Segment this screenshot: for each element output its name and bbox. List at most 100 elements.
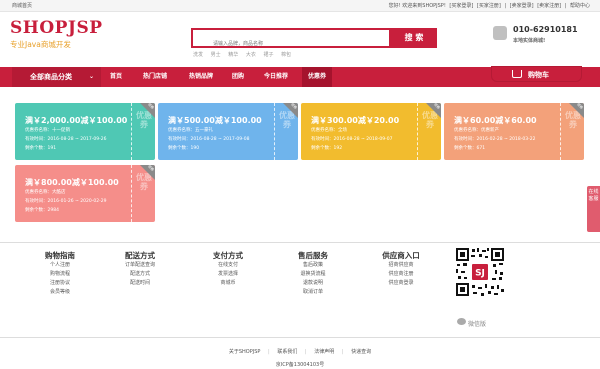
coupon-name: 优惠券名称：五一豪礼 [168,128,213,133]
coupon-card[interactable]: 满￥800.00减￥100.00 优惠券名称：大酷店 有效时间：2016-01-… [15,165,155,222]
nav-item-hot-shops[interactable]: 热门店铺 [135,67,175,87]
footer-link-separator: | [268,349,270,355]
coupon-validity: 有效时间：2016-08-28 ~ 2018-09-07 [311,137,393,142]
search-input[interactable] [193,36,389,52]
phone-icon [493,26,507,40]
hot-keyword[interactable]: 精华 [228,52,238,58]
nav-item-group-buy[interactable]: 团购 [227,67,249,87]
footer-bottom-divider [0,337,600,338]
footer-link-separator: | [341,349,344,355]
footer-link[interactable]: 招商供应商 [366,261,436,270]
footer-column-title: 供应商入口 [382,251,420,260]
nav-item-hot-brands[interactable]: 热销品牌 [181,67,221,87]
coupon-card[interactable]: 满￥60.00减￥60.00 优惠券名称：优惠新产 有效时间：2016-02-2… [444,103,584,160]
footer-link[interactable]: 供应商登录 [366,279,436,288]
express-query-link[interactable]: 快递查询 [351,349,371,355]
nav-item-today-picks[interactable]: 今日推荐 [256,67,296,87]
footer-link[interactable]: 在线支付 [198,261,258,270]
hot-keyword[interactable]: 男士 [211,52,221,58]
footer-link[interactable]: 售后政策 [283,261,343,270]
nav-item-coupons[interactable]: 优惠券 [302,67,332,87]
nav-item-home[interactable]: 首页 [103,67,129,87]
online-service-tab[interactable]: 在线客服 [587,186,600,232]
footer-link[interactable]: 购物流程 [30,270,90,279]
wechat-icon [457,318,466,325]
cart-button[interactable]: 购物车 [491,66,582,82]
coupon-remaining: 剩余个数：192 [311,146,343,151]
legal-link[interactable]: 法律声明 [314,349,334,355]
coupon-amount: 满￥500.00减￥100.00 [168,116,262,125]
search-area: 搜 索 [191,28,437,52]
coupon-name: 优惠券名称：全场 [311,128,347,133]
contact-link[interactable]: 联系我们 [277,349,297,355]
footer-divider [0,242,600,243]
chevron-down-icon: ⌄ [88,73,94,80]
top-bar-links: 您好! 欢迎来到SHOPJSP! [买家登录] [买家注册] | [卖家登录] … [387,0,590,12]
all-categories-menu[interactable]: 全部商品分类 ⌄ [12,67,101,87]
buyer-login-link[interactable]: [买家登录] [449,3,473,9]
coupon-remaining: 剩余个数：2984 [25,208,59,213]
coupon-validity: 有效时间：2016-08-28 ~ 2017-09-26 [25,137,107,142]
footer-link[interactable]: 发票选择 [198,270,258,279]
home-link[interactable]: 商城首页 [12,0,32,12]
cart-icon [512,70,522,78]
footer-link[interactable]: 退换货流程 [283,270,343,279]
footer-column-after-sales: 售后服务 售后政策 退换货流程 退款说明 取消订单 [283,250,343,297]
coupon-remaining: 剩余个数：190 [168,146,200,151]
phone-number: 010-62910181 [513,25,578,34]
footer-link[interactable]: 个人注册 [30,261,90,270]
qr-logo-text: SJ [475,269,485,279]
buyer-register-link[interactable]: [买家注册] [477,3,501,9]
hot-keyword[interactable]: 洗发 [193,52,203,58]
site-logo[interactable]: SHOPJSP 专业Java商城开发 [10,18,103,50]
help-center-link[interactable]: 帮助中心 [570,3,590,9]
all-categories-label: 全部商品分类 [30,73,72,81]
wechat-qr-code: SJ [455,247,505,297]
coupon-remaining: 剩余个数：191 [25,146,57,151]
footer-column-supplier: 供应商入口 招商供应商 供应商注册 供应商登录 [366,250,436,288]
hot-keyword[interactable]: 大衣 [246,52,256,58]
welcome-text: 您好! 欢迎来到SHOPJSP! [388,3,446,9]
coupon-amount: 满￥2,000.00减￥100.00 [25,116,128,125]
coupon-card[interactable]: 满￥500.00减￥100.00 优惠券名称：五一豪礼 有效时间：2016-08… [158,103,298,160]
footer-link[interactable]: 供应商注册 [366,270,436,279]
hot-keyword[interactable]: 棉包 [281,52,291,58]
coupon-name: 优惠券名称：十一促销 [25,128,70,133]
footer-link[interactable]: 配送方式 [110,270,170,279]
top-bar-separator: | [564,3,567,9]
coupon-validity: 有效时间：2016-01-26 ~ 2020-02-29 [25,199,107,204]
seller-register-link[interactable]: [卖家注册] [537,3,561,9]
hot-keywords: 洗发 男士 精华 大衣 裙子 棉包 [193,51,297,58]
seller-login-link[interactable]: [卖家登录] [510,3,534,9]
logo-name: SHOPJSP [10,18,103,38]
coupon-amount: 满￥60.00减￥60.00 [454,116,537,125]
phone-subtitle: 本地实体商城! [513,38,546,44]
coupon-card[interactable]: 满￥2,000.00减￥100.00 优惠券名称：十一促销 有效时间：2016-… [15,103,155,160]
footer-column-payment: 支付方式 在线支付 发票选择 商城币 [198,250,258,288]
footer-link[interactable]: 注册协议 [30,279,90,288]
footer-link[interactable]: 退款说明 [283,279,343,288]
footer-column-title: 支付方式 [213,251,243,260]
footer-link-separator: | [304,349,307,355]
logo-tagline: 专业Java商城开发 [10,40,71,49]
coupon-validity: 有效时间：2016-08-28 ~ 2017-09-08 [168,137,250,142]
wechat-label: 微信版 [468,321,487,328]
footer-link[interactable]: 配送时间 [110,279,170,288]
hot-keyword[interactable]: 裙子 [263,52,273,58]
top-bar: 商城首页 您好! 欢迎来到SHOPJSP! [买家登录] [买家注册] | [卖… [0,0,600,12]
coupon-remaining: 剩余个数：671 [454,146,486,151]
search-box [191,28,391,52]
coupon-amount: 满￥300.00减￥20.00 [311,116,400,125]
footer-link[interactable]: 商城币 [198,279,258,288]
footer-column-title: 售后服务 [298,251,328,260]
coupon-name: 优惠券名称：大酷店 [25,190,66,195]
coupon-card[interactable]: 满￥300.00减￥20.00 优惠券名称：全场 有效时间：2016-08-28… [301,103,441,160]
icp-license: 京ICP备13004103号 [275,362,325,368]
coupon-name: 优惠券名称：优惠新产 [454,128,499,133]
about-link[interactable]: 关于SHOPJSP [229,349,261,355]
footer-link[interactable]: 取消订单 [283,288,343,297]
search-button[interactable]: 搜 索 [391,28,437,48]
footer-link[interactable]: 订单配送查询 [110,261,170,270]
footer-link[interactable]: 会员等级 [30,288,90,297]
top-bar-separator: | [504,3,507,9]
